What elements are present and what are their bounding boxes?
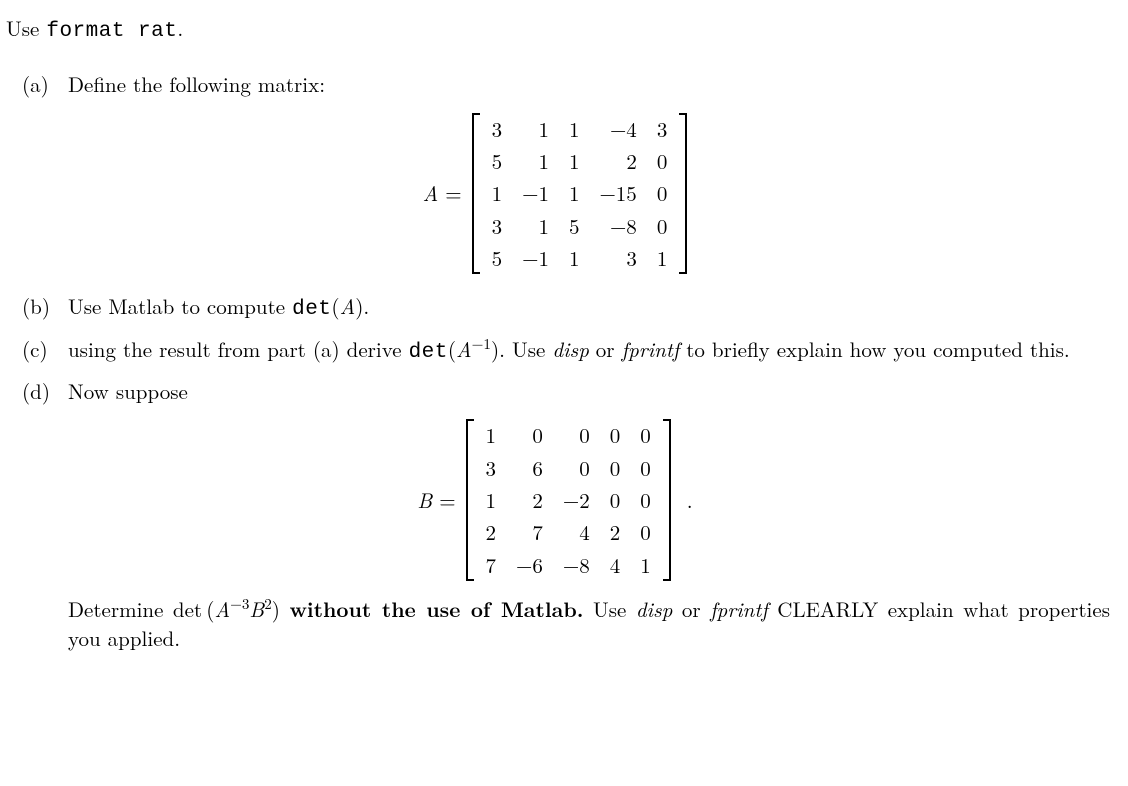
table-row: 7−6−841 [476,549,661,581]
matrix-b-lhs: B = [417,486,455,514]
part-c-t4: or [589,334,622,364]
bracket-right-icon [663,419,671,581]
part-c-var: A [456,334,472,364]
table-row: 36000 [476,452,661,484]
matrix-b: 10000 36000 12−200 27420 7−6−841 [466,419,671,581]
intro-post: . [177,13,183,43]
matrix-b-var: B [417,485,432,515]
part-b-var: A [340,291,356,321]
part-b-t2: ( [331,291,339,321]
part-b-body: Use Matlab to compute det(A). [68,292,1110,324]
d2-t3: Use [583,594,635,624]
matrix-a: 311−43 51120 1−11−150 315−80 5−1131 [472,113,688,275]
bracket-left-icon [466,419,474,581]
intro-cmd: format rat [46,20,177,43]
d2-t2: ) [272,594,290,624]
table-row: 27420 [476,516,661,548]
matrix-a-block: A = 311−43 51120 1−11−150 315−80 5−1131 [0,113,1110,275]
disp-func: disp [552,334,589,364]
part-c: (c) using the result from part (a) deriv… [22,335,1110,367]
fprintf-func: fprintf [622,334,680,364]
d2-bold: without the use of Matlab. [289,594,583,624]
d2-supA: −3 [230,593,249,614]
table-row: 12−200 [476,484,661,516]
d2-t4: or [672,594,710,624]
part-d-continued: Determine det (A−3B2) without the use of… [22,595,1110,652]
part-c-t3: ). Use [491,334,552,364]
part-d2-body: Determine det (A−3B2) without the use of… [68,595,1110,652]
table-row: 315−80 [482,210,678,242]
part-a-text: Define the following matrix: [68,70,1110,98]
matrix-b-eq: = [432,485,455,515]
det-code-2: det [409,341,448,364]
table-row: 51120 [482,145,678,177]
table-row: 5−1131 [482,242,678,274]
matrix-a-var: A [423,178,439,208]
part-b-label: (b) [22,292,68,324]
part-d2-label [22,595,68,652]
bracket-right-icon [679,113,687,275]
part-d: (d) Now suppose [22,377,1110,405]
problem-page: Use format rat. (a) Define the following… [0,0,1128,702]
disp-func-2: disp [636,594,673,624]
part-b-t1: Use Matlab to compute [68,291,292,321]
part-c-label: (c) [22,335,68,367]
part-d-text: Now suppose [68,377,1110,405]
d2-t1: Determine det ( [68,594,214,624]
part-d-label: (d) [22,377,68,405]
part-c-body: using the result from part (a) derive de… [68,335,1110,367]
d2-varA: A [214,594,230,624]
d2-supB: 2 [264,593,272,614]
part-c-t1: using the result from part (a) derive [68,334,409,364]
matrix-a-eq: = [438,178,461,208]
intro-pre: Use [6,13,46,43]
fprintf-func-2: fprintf [710,594,768,624]
matrix-b-period: . [687,486,693,514]
table-row: 311−43 [482,113,678,145]
part-c-t5: to briefly explain how you computed this… [679,334,1069,364]
part-c-t2: ( [448,334,456,364]
part-b: (b) Use Matlab to compute det(A). [22,292,1110,324]
bracket-left-icon [472,113,480,275]
part-a-label: (a) [22,70,68,98]
det-code: det [292,298,331,321]
matrix-b-table: 10000 36000 12−200 27420 7−6−841 [476,419,661,581]
matrix-b-block: B = 10000 36000 12−200 27420 7−6−841 . [0,419,1110,581]
matrix-a-table: 311−43 51120 1−11−150 315−80 5−1131 [482,113,678,275]
table-row: 10000 [476,419,661,451]
part-c-sup: −1 [472,333,491,354]
part-a: (a) Define the following matrix: [22,70,1110,98]
table-row: 1−11−150 [482,177,678,209]
matrix-a-lhs: A = [423,179,462,207]
part-b-t3: ). [355,291,369,321]
d2-varB: B [249,594,264,624]
intro-line: Use format rat. [6,14,1110,46]
